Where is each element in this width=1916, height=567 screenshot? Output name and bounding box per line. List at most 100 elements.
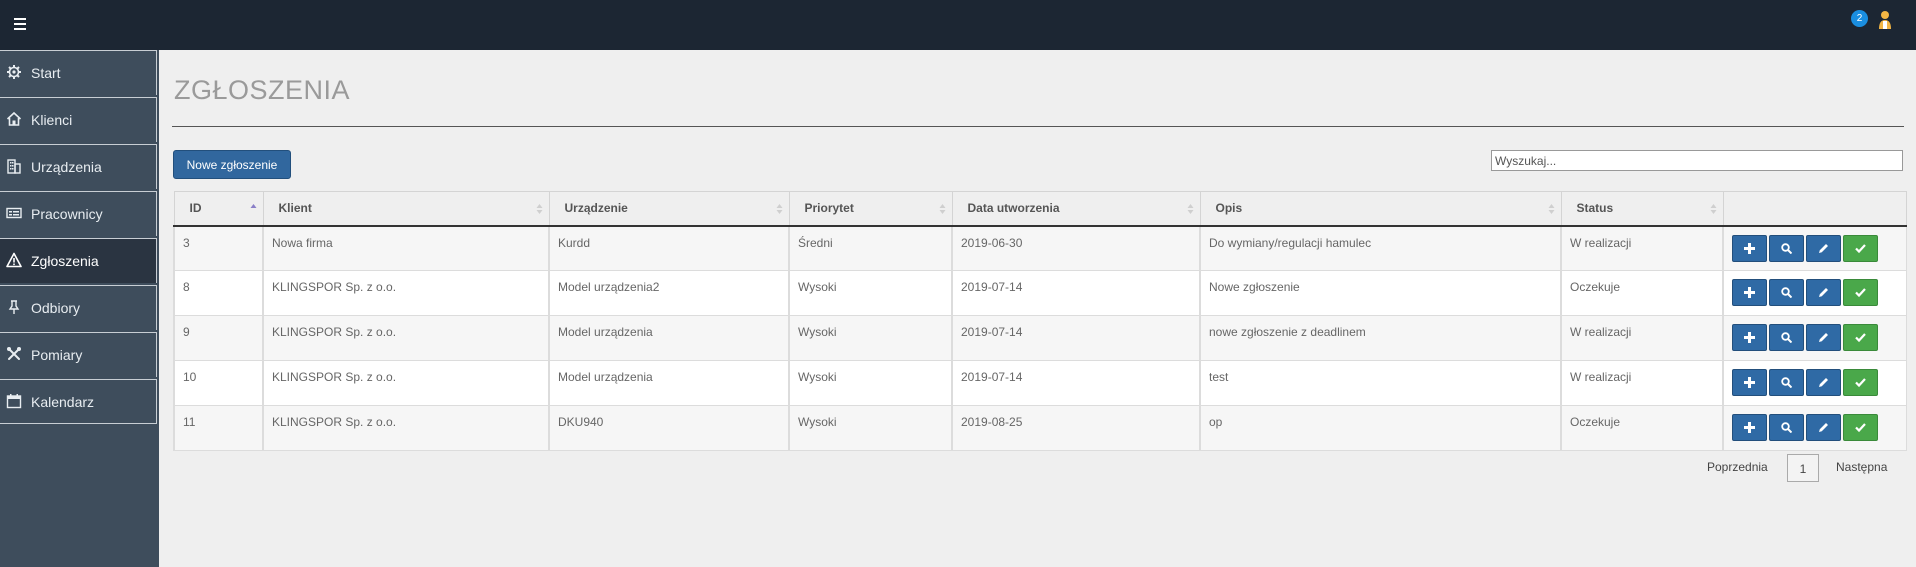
table-cell: KLINGSPOR Sp. z o.o. [262, 270, 549, 316]
sidebar-item-odbiory[interactable]: Odbiory [0, 285, 157, 330]
cell-text: 3 [183, 235, 190, 250]
cell-text: Model urządzenia2 [558, 280, 660, 294]
new-ticket-button[interactable]: Nowe zgłoszenie [173, 150, 291, 179]
sidebar-item-kalendarz[interactable]: Kalendarz [0, 379, 157, 424]
add-button[interactable] [1732, 369, 1767, 396]
add-button[interactable] [1732, 279, 1767, 306]
table-cell: Model urządzenia2 [548, 270, 789, 316]
add-button[interactable] [1732, 324, 1767, 351]
column-header-urzadzenie[interactable]: Urządzenie [548, 191, 789, 227]
sidebar-item-label: Urządzenia [31, 159, 102, 175]
notification-badge[interactable]: 2 [1851, 10, 1868, 27]
page-title: ZGŁOSZENIA [174, 75, 351, 105]
table-cell: Nowe zgłoszenie [1199, 270, 1561, 316]
table-cell: Model urządzenia [548, 360, 789, 406]
cell-text: Kurdd [558, 235, 591, 250]
column-header-status[interactable]: Status [1560, 191, 1723, 227]
cell-text: 2019-07-14 [961, 325, 1023, 339]
table-row: 10 KLINGSPOR Sp. z o.o. Model urządzenia Wy… [173, 360, 1907, 406]
cell-text: test [1209, 370, 1229, 384]
sidebar-item-urzadzenia[interactable]: Urządzenia [0, 144, 157, 189]
cell-text: 8 [183, 280, 190, 294]
row-actions [1722, 360, 1907, 406]
pagination-prev[interactable]: Poprzednia [1707, 460, 1768, 474]
complete-button[interactable] [1843, 414, 1878, 441]
complete-button[interactable] [1843, 369, 1878, 396]
cell-text: Wysoki [798, 325, 837, 339]
tickets-table: ID Klient Urządzenie Priorytet Data utwo… [173, 191, 1907, 451]
edit-button[interactable] [1806, 414, 1841, 441]
complete-button[interactable] [1843, 279, 1878, 306]
pencil-icon [1819, 288, 1828, 297]
sidebar-item-pracownicy[interactable]: Pracownicy [0, 191, 157, 236]
check-icon [1855, 333, 1866, 343]
table-cell: DKU940 [548, 405, 789, 451]
sidebar-item-label: Klienci [31, 112, 73, 128]
cell-text: Do wymiany/regulacji hamulec [1209, 235, 1372, 250]
table-cell: 3 [173, 225, 263, 271]
edit-button[interactable] [1806, 369, 1841, 396]
cell-text: KLINGSPOR Sp. z o.o. [272, 325, 397, 339]
column-header-klient[interactable]: Klient [262, 191, 549, 227]
search-icon [1781, 287, 1792, 298]
cell-text: Wysoki [798, 415, 837, 429]
table-cell: Oczekuje [1560, 405, 1723, 451]
plus-icon [1744, 242, 1755, 254]
column-header-data[interactable]: Data utworzenia [951, 191, 1200, 227]
pagination-page-1[interactable]: 1 [1787, 454, 1819, 482]
view-button[interactable] [1769, 234, 1804, 262]
search-input[interactable] [1491, 150, 1903, 171]
cell-text: KLINGSPOR Sp. z o.o. [272, 370, 397, 384]
plus-icon [1744, 287, 1755, 298]
cell-text: 2019-08-25 [961, 415, 1023, 429]
row-actions [1722, 225, 1907, 271]
table-cell: Wysoki [788, 360, 952, 406]
table-cell: KLINGSPOR Sp. z o.o. [262, 405, 549, 451]
table-cell: 2019-06-30 [951, 225, 1200, 271]
column-header-priorytet[interactable]: Priorytet [788, 191, 952, 227]
cell-text: Nowa firma [272, 235, 333, 250]
row-actions [1722, 315, 1907, 361]
plus-icon [1744, 377, 1755, 388]
sidebar-item-label: Zgłoszenia [31, 253, 99, 269]
edit-button[interactable] [1806, 279, 1841, 306]
complete-button[interactable] [1843, 234, 1878, 262]
sidebar-item-start[interactable]: Start [0, 50, 157, 95]
check-icon [1855, 288, 1866, 298]
tools-icon [7, 347, 21, 360]
cell-text: W realizacji [1570, 325, 1632, 339]
row-actions [1722, 405, 1907, 451]
view-button[interactable] [1769, 369, 1804, 396]
search-icon [1781, 242, 1792, 254]
add-button[interactable] [1732, 414, 1767, 441]
sort-icon [1710, 204, 1716, 214]
sidebar-item-pomiary[interactable]: Pomiary [0, 332, 157, 377]
sidebar-item-label: Odbiory [31, 300, 81, 316]
cell-text: op [1209, 415, 1223, 429]
sidebar-item-label: Pomiary [31, 347, 83, 363]
cell-text: Model urządzenia [558, 370, 653, 384]
edit-button[interactable] [1806, 324, 1841, 351]
hamburger-menu-icon[interactable] [14, 18, 26, 31]
view-button[interactable] [1769, 324, 1804, 351]
sidebar: Start Klienci Urządzenia Pracownicy Zgło… [0, 50, 159, 567]
pagination-next[interactable]: Następna [1836, 460, 1887, 474]
view-button[interactable] [1769, 414, 1804, 441]
table-cell: Wysoki [788, 315, 952, 361]
user-icon[interactable] [1878, 10, 1892, 30]
plus-icon [1744, 332, 1755, 343]
cell-text: W realizacji [1570, 235, 1632, 250]
add-button[interactable] [1732, 234, 1767, 262]
edit-button[interactable] [1806, 234, 1841, 262]
cell-text: 2019-07-14 [961, 370, 1023, 384]
table-cell: KLINGSPOR Sp. z o.o. [262, 360, 549, 406]
sidebar-item-klienci[interactable]: Klienci [0, 97, 157, 142]
column-header-opis[interactable]: Opis [1199, 191, 1561, 227]
sidebar-item-zgloszenia[interactable]: Zgłoszenia [0, 238, 157, 283]
table-cell: Do wymiany/regulacji hamulec [1199, 225, 1561, 271]
complete-button[interactable] [1843, 324, 1878, 351]
table-cell: Nowa firma [262, 225, 549, 271]
view-button[interactable] [1769, 279, 1804, 306]
column-header-id[interactable]: ID [173, 191, 263, 227]
cell-text: KLINGSPOR Sp. z o.o. [272, 415, 397, 429]
